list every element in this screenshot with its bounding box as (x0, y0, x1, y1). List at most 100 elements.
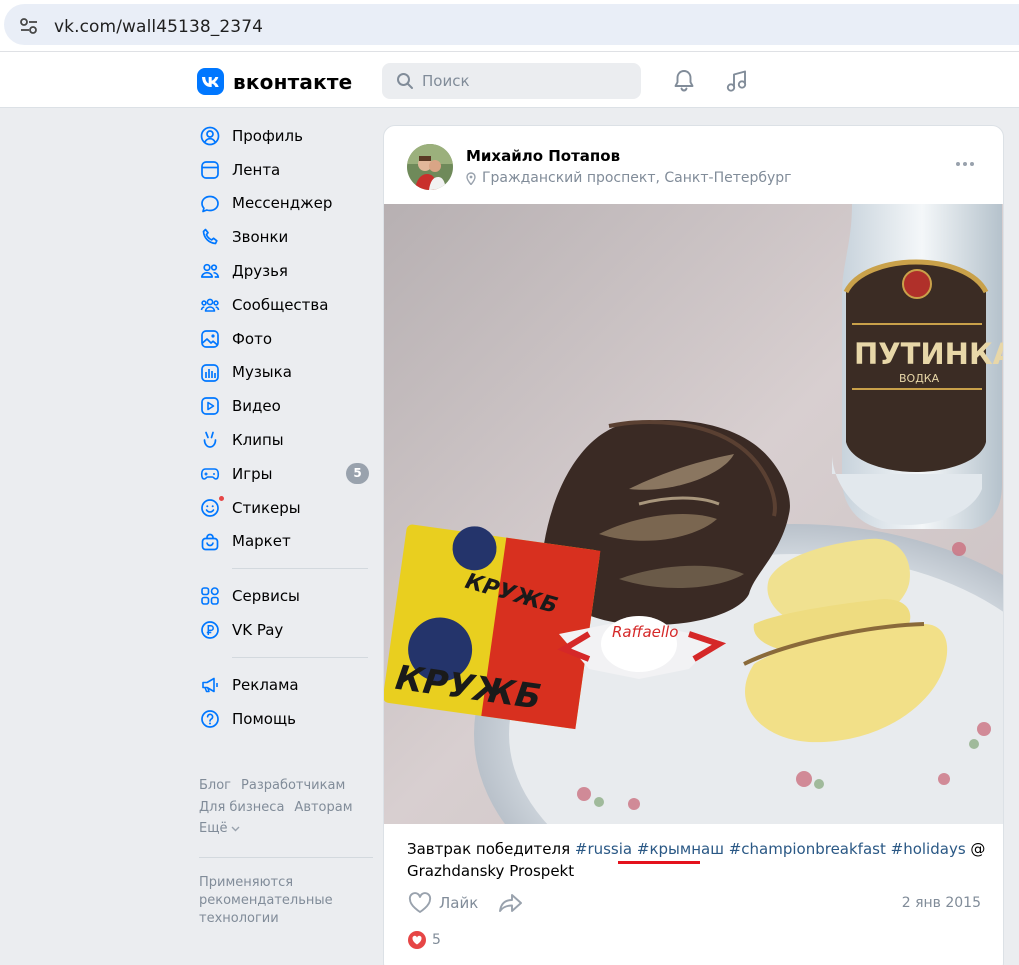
post-location[interactable]: Гражданский проспект, Санкт-Петербург (466, 170, 792, 186)
browser-address-bar: vk.com/wall45138_2374 (0, 0, 1019, 52)
post-date[interactable]: 2 янв 2015 (902, 895, 981, 911)
sidebar-item-feed[interactable]: Лента (196, 153, 374, 187)
chevron-down-icon (231, 826, 240, 832)
sidebar-item-help[interactable]: Помощь (196, 702, 374, 736)
breakfast-photo-image: КРУЖБ КРУЖБ Raffaello ПУТИНКА ВОДКА (384, 204, 1003, 824)
post-more-options-icon[interactable] (956, 162, 974, 166)
post-text: Завтрак победителя #russia #крымнаш #cha… (407, 838, 987, 882)
post-location-text: Гражданский проспект, Санкт-Петербург (482, 170, 792, 186)
sidebar-item-label: Друзья (232, 262, 288, 281)
sidebar-item-profile[interactable]: Профиль (196, 119, 374, 153)
ads-icon (202, 677, 218, 693)
sidebar-item-label: Сервисы (232, 587, 300, 606)
sidebar-item-music[interactable]: Музыка (196, 356, 374, 390)
location-pin-icon (466, 171, 476, 185)
sidebar-item-ads[interactable]: Реклама (196, 668, 374, 702)
sidebar-item-communities[interactable]: Сообщества (196, 288, 374, 322)
sidebar-item-market[interactable]: Маркет (196, 525, 374, 559)
search-icon (397, 73, 413, 89)
sidebar-item-clips[interactable]: Клипы (196, 423, 374, 457)
post-actions: Лайк (408, 892, 524, 914)
games-icon (200, 468, 220, 480)
like-label: Лайк (439, 894, 479, 912)
music-icon (201, 363, 219, 382)
search-input[interactable] (422, 63, 632, 99)
sidebar-item-label: Фото (232, 329, 273, 348)
post-author-name[interactable]: Михайло Потапов (466, 147, 620, 165)
sidebar-item-video[interactable]: Видео (196, 389, 374, 423)
stickers-icon (201, 498, 219, 517)
sidebar-item-label: Звонки (232, 228, 289, 247)
vkpay-icon (201, 621, 219, 640)
sidebar-item-vkpay[interactable]: VK Pay (196, 613, 374, 647)
clips-icon (203, 431, 217, 449)
sidebar-item-label: Музыка (232, 363, 292, 382)
video-icon (201, 397, 219, 416)
photo-icon (201, 329, 219, 348)
help-icon (201, 709, 219, 728)
bell-icon[interactable] (671, 68, 697, 94)
messenger-icon (201, 195, 219, 212)
services-icon (201, 587, 219, 606)
vk-header: вконтакте (0, 52, 1019, 108)
hashtag-highlight-underline (618, 861, 700, 864)
vk-logo[interactable]: вконтакте (197, 68, 352, 95)
likes-summary[interactable]: 5 (408, 931, 441, 949)
search-box[interactable] (382, 63, 641, 99)
sidebar-item-friends[interactable]: Друзья (196, 254, 374, 288)
raffaello-label-text: Raffaello (612, 623, 678, 641)
sidebar-item-label: Реклама (232, 675, 299, 694)
market-icon (201, 533, 219, 550)
friends-icon (200, 264, 220, 279)
sidebar-divider (232, 568, 368, 570)
hashtag-russia[interactable]: #russia (575, 840, 632, 858)
brand-name: вконтакте (233, 69, 353, 94)
share-icon[interactable] (498, 892, 524, 914)
hashtag-holidays[interactable]: #holidays (891, 840, 966, 858)
hashtag-championbreakfast[interactable]: #championbreakfast (729, 840, 886, 858)
sidebar-item-services[interactable]: Сервисы (196, 579, 374, 613)
sidebar-item-label: Лента (232, 160, 281, 179)
sidebar-footer-links: Блог Разработчикам Для бизнеса Авторам Ещё (199, 775, 369, 840)
post-photo[interactable]: КРУЖБ КРУЖБ Raffaello ПУТИНКА ВОДКА (384, 204, 1003, 824)
footer-link-more[interactable]: Ещё (199, 821, 240, 836)
music-note-icon[interactable] (724, 68, 750, 94)
sidebar-item-label: VK Pay (232, 621, 284, 640)
footer-link-business[interactable]: Для бизнеса (199, 800, 284, 815)
sidebar-item-games[interactable]: Игры 5 (196, 457, 374, 491)
heart-outline-icon (408, 892, 432, 913)
sidebar-item-label: Клипы (232, 431, 284, 450)
likes-count-value: 5 (432, 932, 441, 948)
left-sidebar: Профиль Лента Мессенджер Звонки Друзья С… (196, 119, 374, 736)
feed-icon (201, 160, 219, 179)
games-counter-badge: 5 (346, 462, 369, 484)
url-field[interactable]: vk.com/wall45138_2374 (4, 4, 1019, 45)
sidebar-item-label: Сообщества (232, 295, 329, 314)
hashtag-krymnash[interactable]: #крымнаш (637, 840, 724, 858)
footer-link-developers[interactable]: Разработчикам (241, 778, 345, 793)
sidebar-item-label: Помощь (232, 709, 296, 728)
recommendation-notice[interactable]: Применяются рекомендательные технологии (199, 874, 359, 928)
sidebar-item-label: Игры (232, 464, 273, 483)
communities-icon (200, 298, 220, 312)
footer-link-blog[interactable]: Блог (199, 778, 231, 793)
user-icon (200, 126, 220, 146)
footer-more-label: Ещё (199, 821, 228, 836)
sidebar-item-label: Мессенджер (232, 194, 333, 213)
sidebar-footer-divider (199, 857, 373, 858)
sidebar-item-photos[interactable]: Фото (196, 322, 374, 356)
heart-filled-icon (408, 931, 426, 949)
phone-icon (202, 229, 218, 245)
sidebar-item-stickers[interactable]: Стикеры (196, 491, 374, 525)
author-avatar[interactable] (407, 144, 453, 190)
sidebar-item-messenger[interactable]: Мессенджер (196, 187, 374, 221)
wall-post: Михайло Потапов Гражданский проспект, Са… (383, 125, 1004, 965)
sidebar-item-label: Маркет (232, 532, 291, 551)
sidebar-item-calls[interactable]: Звонки (196, 220, 374, 254)
footer-link-authors[interactable]: Авторам (294, 800, 352, 815)
site-settings-icon[interactable] (20, 18, 38, 34)
vk-logo-icon (197, 68, 224, 95)
like-button[interactable]: Лайк (408, 892, 478, 914)
url-text[interactable]: vk.com/wall45138_2374 (54, 17, 263, 37)
post-text-plain: Завтрак победителя (407, 840, 571, 858)
